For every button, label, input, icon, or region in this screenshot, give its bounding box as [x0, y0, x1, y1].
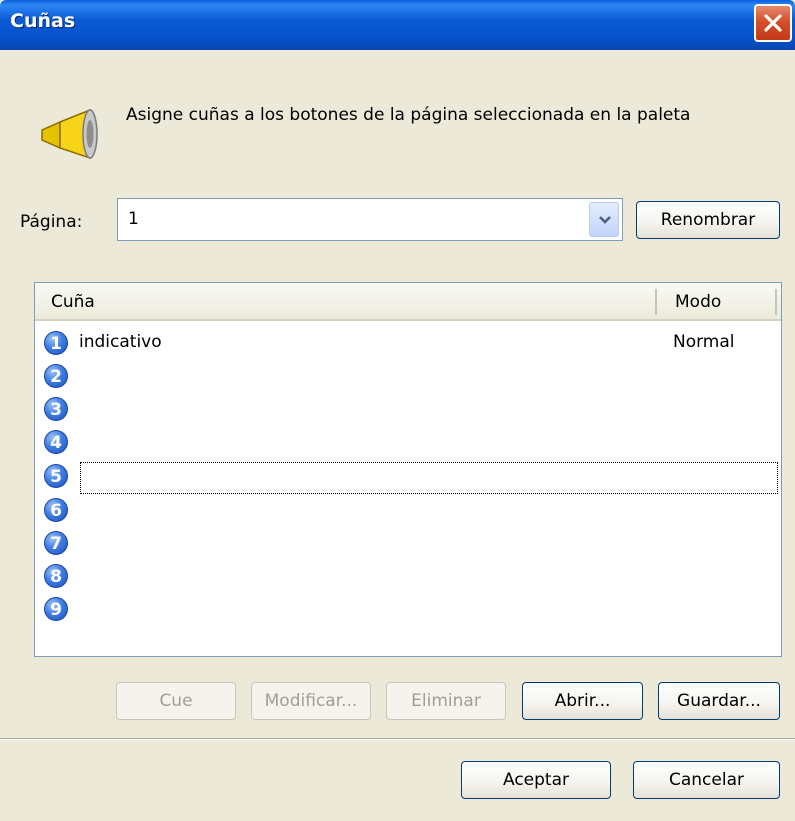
save-button[interactable]: Guardar...	[658, 682, 780, 720]
number-badge-icon: 9	[44, 597, 68, 621]
list-item[interactable]: 7	[35, 529, 781, 559]
list-item[interactable]: 8	[35, 562, 781, 592]
column-divider[interactable]	[775, 289, 777, 315]
list-item[interactable]: 3	[35, 395, 781, 425]
focus-rectangle	[80, 462, 778, 494]
list-header: Cuña Modo	[35, 283, 781, 321]
number-badge-icon: 7	[44, 531, 68, 555]
rename-button[interactable]: Renombrar	[636, 201, 780, 239]
cue-button[interactable]: Cue	[116, 682, 236, 720]
open-button[interactable]: Abrir...	[522, 682, 643, 720]
window-title: Cuñas	[10, 10, 76, 32]
column-divider[interactable]	[655, 289, 657, 315]
page-dropdown[interactable]: 1	[117, 198, 623, 241]
delete-button[interactable]: Eliminar	[386, 682, 506, 720]
modify-button[interactable]: Modificar...	[251, 682, 371, 720]
number-badge-icon: 6	[44, 498, 68, 522]
cue-list[interactable]: Cuña Modo 1 indicativo Normal 2 3 4 5 6 …	[34, 282, 782, 657]
divider	[0, 739, 795, 740]
number-badge-icon: 1	[44, 331, 68, 355]
list-item[interactable]: 2	[35, 362, 781, 392]
number-badge-icon: 8	[44, 564, 68, 588]
list-item[interactable]: 6	[35, 496, 781, 526]
close-icon	[764, 14, 782, 32]
speaker-icon	[41, 108, 98, 160]
list-item[interactable]: 1 indicativo Normal	[35, 329, 781, 359]
column-header-cue[interactable]: Cuña	[51, 292, 95, 312]
description-text: Asigne cuñas a los botones de la página …	[126, 105, 691, 125]
cue-mode: Normal	[673, 332, 735, 352]
title-bar: Cuñas	[0, 0, 795, 50]
cancel-button[interactable]: Cancelar	[633, 761, 780, 799]
number-badge-icon: 4	[44, 430, 68, 454]
dropdown-button[interactable]	[589, 202, 619, 237]
number-badge-icon: 5	[44, 464, 68, 488]
list-item[interactable]: 4	[35, 428, 781, 458]
close-button[interactable]	[754, 4, 792, 42]
accept-button[interactable]: Aceptar	[461, 761, 611, 799]
number-badge-icon: 2	[44, 364, 68, 388]
list-item[interactable]: 9	[35, 595, 781, 625]
column-header-mode[interactable]: Modo	[675, 292, 721, 312]
chevron-down-icon	[599, 216, 611, 224]
page-value: 1	[128, 209, 139, 229]
page-label: Página:	[20, 212, 83, 232]
number-badge-icon: 3	[44, 397, 68, 421]
cue-name: indicativo	[79, 332, 162, 352]
